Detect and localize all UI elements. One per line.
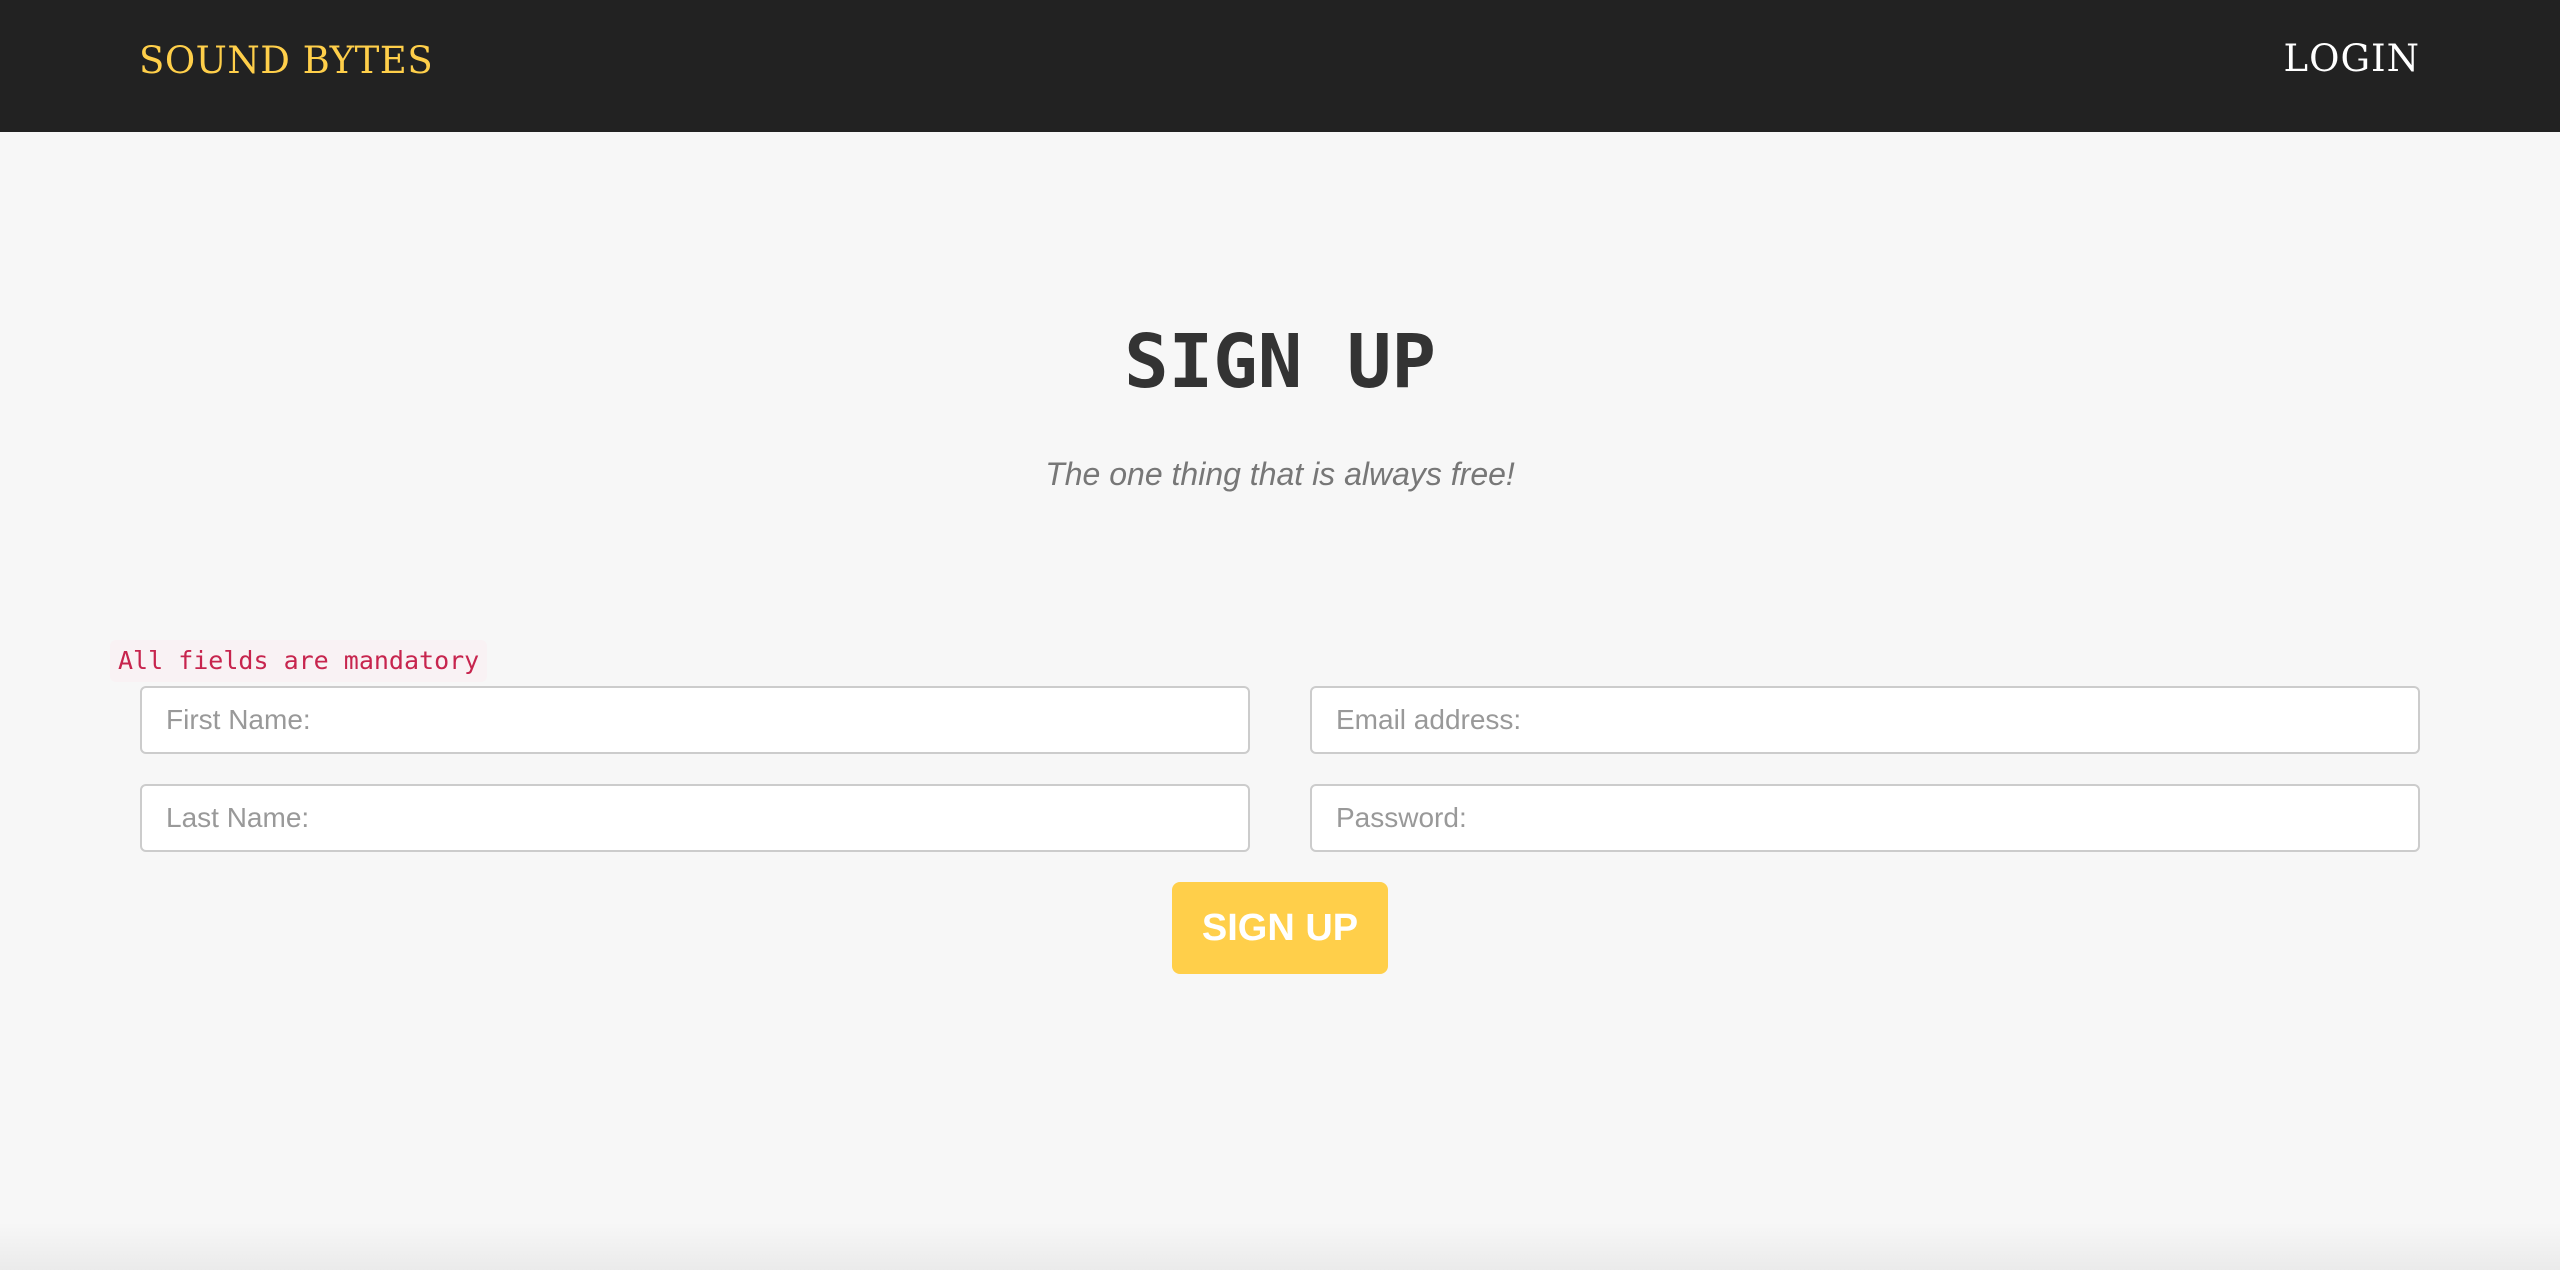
sign-up-button[interactable]: SIGN UP [1172, 882, 1388, 974]
page-title: SIGN UP [1124, 319, 1436, 405]
footer-shadow [0, 1222, 2560, 1270]
email-input[interactable] [1310, 686, 2420, 754]
password-input[interactable] [1310, 784, 2420, 852]
brand-logo-link[interactable]: SOUND BYTES [139, 36, 433, 86]
page-subtitle: The one thing that is always free! [1045, 456, 1515, 492]
login-link[interactable]: LOGIN [2284, 34, 2420, 84]
mandatory-fields-note: All fields are mandatory [110, 640, 488, 682]
first-name-input[interactable] [140, 686, 1250, 754]
last-name-input[interactable] [140, 784, 1250, 852]
top-navbar: SOUND BYTES LOGIN [0, 0, 2560, 132]
